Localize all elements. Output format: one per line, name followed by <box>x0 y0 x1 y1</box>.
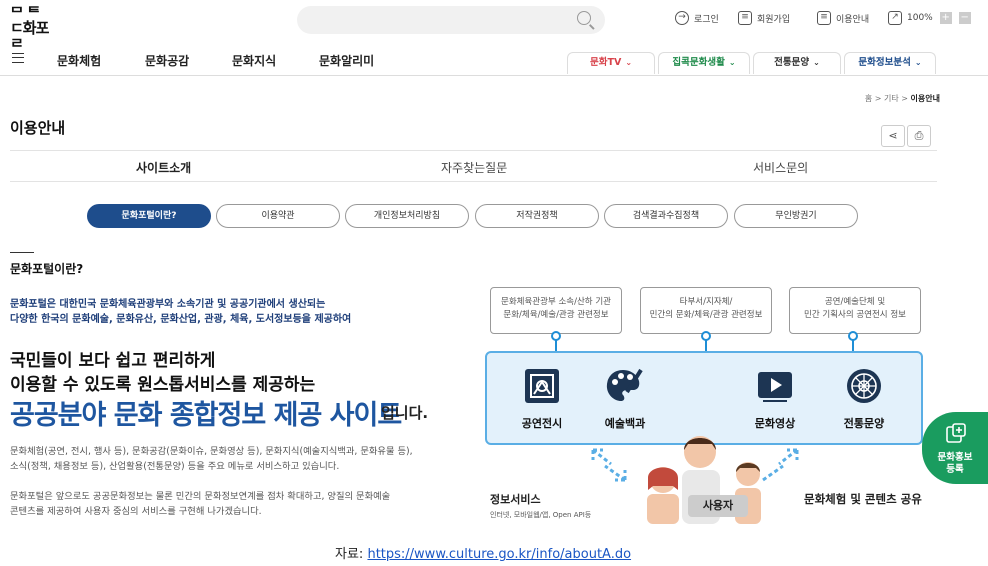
zoom-control: ↗ 100% + − <box>888 11 971 25</box>
zoom-icon: ↗ <box>888 11 902 25</box>
intro-text: 문화포털은 대한민국 문화체육관광부와 소속기관 및 공공기관에서 생산되는 다… <box>10 299 352 325</box>
performance-icon <box>525 369 559 403</box>
promo-icon <box>946 423 966 443</box>
video-icon <box>758 372 792 402</box>
nav-item-empathy[interactable]: 문화공감 <box>145 52 189 69</box>
pill-culture-tv[interactable]: 문화TV ⌄ <box>567 52 655 74</box>
tab-service-inquiry[interactable]: 서비스문의 <box>753 159 808 176</box>
pill-home-culture[interactable]: 집콕문화생활 ⌄ <box>658 52 750 74</box>
subtab-search-policy[interactable]: 검색결과수집정책 <box>604 204 728 228</box>
tab-faq[interactable]: 자주찾는질문 <box>441 159 507 176</box>
service-performance-label: 공연전시 <box>521 417 563 430</box>
headline-suffix: 입니다. <box>381 404 429 422</box>
guide-link[interactable]: ≡ 이용안내 <box>817 11 869 25</box>
logo-line-2: ㄷ화포ㄹ <box>10 19 49 52</box>
traditional-pattern-icon <box>847 369 881 403</box>
headline-line-1: 국민들이 보다 쉽고 편리하게 <box>10 351 216 371</box>
subtab-terms[interactable]: 이용약관 <box>216 204 340 228</box>
subtab-privacy[interactable]: 개인정보처리방침 <box>345 204 469 228</box>
login-link[interactable]: → 로그인 <box>675 11 719 25</box>
print-icon[interactable]: ⎙ <box>907 125 931 147</box>
share-label: 문화체험 및 콘텐츠 공유 <box>804 492 922 506</box>
connector-dot <box>848 331 858 341</box>
chevron-down-icon: ⌄ <box>813 58 820 67</box>
pill-traditional-pattern[interactable]: 전통문양 ⌄ <box>753 52 841 74</box>
connector-dot <box>551 331 561 341</box>
section-title: 문화포털이란? <box>10 262 84 276</box>
connector-dot <box>701 331 711 341</box>
chevron-down-icon: ⌄ <box>625 58 633 67</box>
subtab-about[interactable]: 문화포털이란? <box>87 204 211 228</box>
search-input[interactable] <box>297 6 605 34</box>
subtab-unmanned[interactable]: 무인방권기 <box>734 204 858 228</box>
zoom-in-button[interactable]: + <box>939 12 952 24</box>
search-icon[interactable] <box>577 11 591 25</box>
breadcrumb-current: 이용안내 <box>910 94 940 103</box>
nav-item-notice[interactable]: 문화알리미 <box>319 52 374 69</box>
headline-line-3: 공공분야 문화 종합정보 제공 사이트 <box>10 400 402 431</box>
guide-icon: ≡ <box>817 11 831 25</box>
signup-icon: ≡ <box>738 11 752 25</box>
headline-line-2: 이용할 수 있도록 원스톱서비스를 제공하는 <box>10 375 316 395</box>
source-link[interactable]: https://www.culture.go.kr/info/aboutA.do <box>367 547 631 562</box>
zoom-out-button[interactable]: − <box>958 12 971 24</box>
login-icon: → <box>675 11 689 25</box>
section-divider <box>10 252 34 253</box>
chevron-down-icon: ⌄ <box>914 58 922 67</box>
page-title: 이용안내 <box>10 119 66 137</box>
source-caption: 자료: https://www.culture.go.kr/info/about… <box>335 547 632 562</box>
description-paragraph-2: 문화포털은 앞으로도 공공문화정보는 물론 민간의 문화정보연계를 점차 확대하… <box>10 491 391 517</box>
promo-register-button[interactable]: 문화홍보 등록 <box>922 412 988 484</box>
service-pattern-label: 전통문양 <box>843 417 885 430</box>
menu-icon[interactable] <box>12 53 24 63</box>
breadcrumb-home[interactable]: 홈 <box>865 94 872 103</box>
site-logo[interactable]: ᄆ ᄐ ㄷ화포ㄹ <box>10 6 60 51</box>
pill-culture-analysis[interactable]: 문화정보분석 ⌄ <box>844 52 936 74</box>
signup-link[interactable]: ≡ 회원가입 <box>738 11 790 25</box>
zoom-level: 100% <box>907 13 933 23</box>
share-icon[interactable]: ⋖ <box>881 125 905 147</box>
source-box-private: 공연/예술단체 및 민간 기획사의 공연전시 정보 <box>789 287 921 334</box>
user-label: 사용자 <box>688 495 748 517</box>
description-paragraph-1: 문화체험(공연, 전시, 행사 등), 문화공감(문화이슈, 문화영상 등), … <box>10 446 413 472</box>
subtab-copyright[interactable]: 저작권정책 <box>475 204 599 228</box>
art-palette-icon <box>606 368 643 401</box>
info-service-sub: 인터넷, 모바일웹/앱, Open API등 <box>490 511 592 519</box>
info-service-label: 정보서비스 <box>490 493 541 506</box>
breadcrumb: 홈 > 기타 > 이용안내 <box>864 94 940 103</box>
source-box-local: 타부서/지자체/ 민간의 문화/체육/관광 관련정보 <box>640 287 772 334</box>
chevron-down-icon: ⌄ <box>728 58 736 67</box>
nav-item-experience[interactable]: 문화체험 <box>57 52 101 69</box>
nav-item-knowledge[interactable]: 문화지식 <box>232 52 276 69</box>
source-box-ministry: 문화체육관광부 소속/산하 기관 문화/체육/예술/관광 관련정보 <box>490 287 622 334</box>
tab-site-intro[interactable]: 사이트소개 <box>136 159 191 176</box>
breadcrumb-etc[interactable]: 기타 <box>884 94 899 103</box>
